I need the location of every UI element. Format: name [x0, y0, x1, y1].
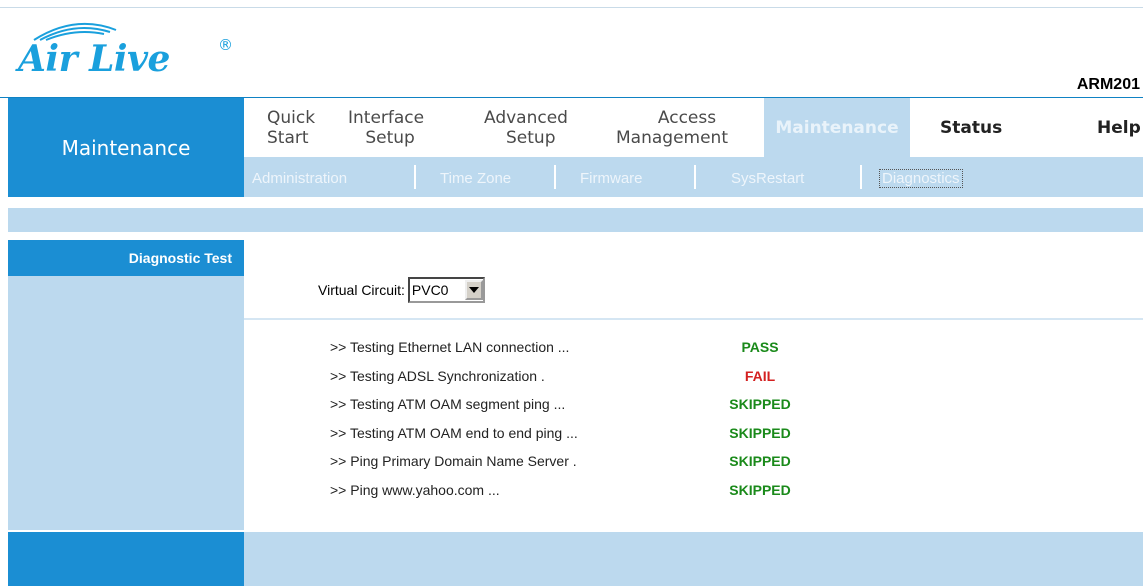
diagnostic-results: >> Testing Ethernet LAN connection ... P… [330, 337, 830, 508]
left-column [8, 240, 244, 530]
list-item: >> Testing ATM OAM end to end ping ... S… [330, 423, 830, 452]
content-divider [244, 318, 1143, 320]
test-result: SKIPPED [729, 453, 791, 469]
virtual-circuit-row: Virtual Circuit: PVC0 [318, 277, 485, 303]
subnav-diagnostics[interactable]: Diagnostics [879, 169, 963, 188]
model-name: ARM201 [1076, 76, 1140, 93]
section-title: Maintenance [8, 98, 244, 197]
content-header-band [8, 208, 1143, 232]
virtual-circuit-label: Virtual Circuit: [318, 282, 405, 298]
test-result: FAIL [744, 367, 776, 384]
subnav-separator [860, 165, 862, 189]
left-title: Diagnostic Test [8, 240, 244, 276]
test-label: >> Testing Ethernet LAN connection ... [330, 339, 570, 355]
footer-left [8, 532, 244, 586]
virtual-circuit-select[interactable]: PVC0 [407, 277, 485, 303]
test-result: SKIPPED [729, 396, 791, 412]
list-item: >> Testing ADSL Synchronization . FAIL [330, 366, 830, 395]
nav-access-management[interactable]: Access Management [616, 98, 728, 157]
logo-text: Air Live [18, 38, 170, 80]
subnav-sysrestart[interactable]: SysRestart [731, 170, 804, 187]
list-item: >> Ping www.yahoo.com ... SKIPPED [330, 480, 830, 509]
footer-right [244, 532, 1143, 586]
virtual-circuit-value: PVC0 [411, 282, 449, 298]
chevron-down-icon[interactable] [464, 280, 483, 300]
subnav-separator [694, 165, 696, 189]
test-result: SKIPPED [729, 424, 791, 441]
test-label: >> Ping www.yahoo.com ... [330, 481, 500, 498]
nav-quick-start[interactable]: Quick Start [267, 98, 315, 157]
main-nav: Quick Start Interface Setup Advanced Setup … [244, 98, 1143, 157]
test-label: >> Testing ATM OAM end to end ping ... [330, 424, 578, 441]
test-label: >> Ping Primary Domain Name Server . [330, 453, 577, 469]
test-result: PASS [741, 339, 779, 355]
subnav-firmware[interactable]: Firmware [580, 170, 643, 187]
list-item: >> Testing Ethernet LAN connection ... P… [330, 337, 830, 366]
nav-interface-setup[interactable]: Interface Setup [348, 98, 424, 157]
airlive-logo: Air Live ® [18, 16, 258, 86]
nav-advanced-setup[interactable]: Advanced Setup [484, 98, 568, 157]
nav-status[interactable]: Status [940, 98, 1002, 157]
sub-nav: Administration Time Zone Firmware SysRes… [244, 157, 1143, 197]
subnav-separator [414, 165, 416, 189]
list-item: >> Ping Primary Domain Name Server . SKI… [330, 451, 830, 480]
test-label: >> Testing ATM OAM segment ping ... [330, 396, 566, 412]
test-label: >> Testing ADSL Synchronization . [330, 367, 545, 384]
nav-maintenance[interactable]: Maintenance [764, 98, 910, 157]
subnav-separator [554, 165, 556, 189]
subnav-administration[interactable]: Administration [252, 170, 347, 187]
subnav-time-zone[interactable]: Time Zone [440, 170, 511, 187]
logo-registered-mark: ® [218, 36, 233, 54]
nav-help[interactable]: Help [1097, 98, 1141, 157]
test-result: SKIPPED [729, 481, 791, 498]
top-divider [0, 7, 1143, 8]
list-item: >> Testing ATM OAM segment ping ... SKIP… [330, 394, 830, 423]
